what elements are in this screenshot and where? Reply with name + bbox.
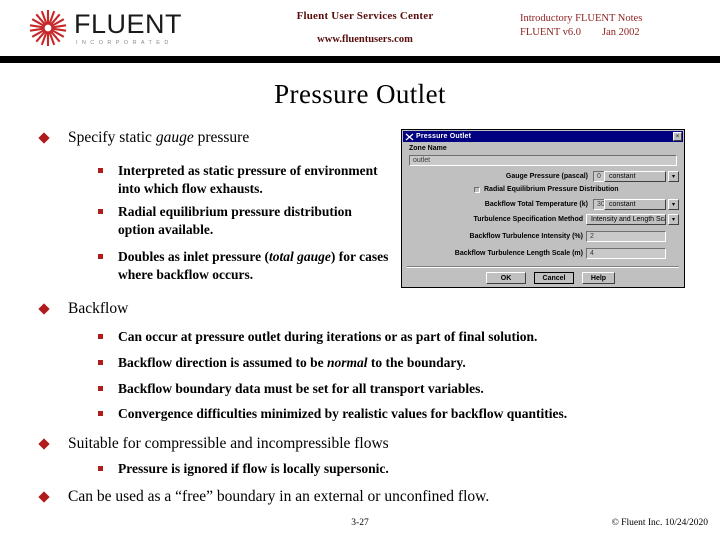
- bullet-text: Interpreted as static pressure of enviro…: [118, 163, 378, 196]
- plain-text: Backflow boundary data must be set for a…: [118, 381, 484, 396]
- bullet-level2: Radial equilibrium pressure distribution…: [98, 203, 363, 238]
- bullet-text: Backflow direction is assumed to be norm…: [118, 355, 466, 370]
- emphasis-text: total gauge: [269, 249, 331, 264]
- diamond-bullet-icon: [38, 438, 50, 450]
- turbulence-method-label: Turbulence Specification Method: [473, 216, 583, 223]
- bullet-text: Can be used as a “free” boundary in an e…: [68, 488, 489, 505]
- turbulence-intensity-label: Backflow Turbulence Intensity (%): [469, 233, 583, 240]
- bullet-level2: Can occur at pressure outlet during iter…: [98, 328, 698, 346]
- dialog-separator: [407, 266, 679, 268]
- bullet-text: Specify static gauge pressure: [68, 129, 249, 146]
- plain-text: Can occur at pressure outlet during iter…: [118, 329, 538, 344]
- dialog-titlebar: Pressure Outlet ×: [403, 131, 683, 142]
- turbulence-method-dropdown[interactable]: Intensity and Length Scale: [586, 214, 666, 225]
- bullet-level2: Backflow boundary data must be set for a…: [98, 380, 698, 398]
- diamond-bullet-icon: [38, 491, 50, 503]
- zone-name-input[interactable]: outlet: [409, 155, 677, 166]
- bullet-level1: Suitable for compressible and incompress…: [38, 434, 668, 453]
- dialog-app-icon: [404, 132, 414, 141]
- cancel-button[interactable]: Cancel: [534, 272, 574, 284]
- copyright-notice: © Fluent Inc. 10/24/2020: [611, 518, 708, 528]
- gauge-pressure-label: Gauge Pressure (pascal): [505, 173, 588, 180]
- bullet-level2: Convergence difficulties minimized by re…: [98, 405, 718, 423]
- square-bullet-icon: [98, 360, 103, 365]
- bullet-level2: Interpreted as static pressure of enviro…: [98, 162, 393, 197]
- plain-text: Specify static: [68, 129, 156, 146]
- square-bullet-icon: [98, 168, 103, 173]
- diamond-bullet-icon: [38, 132, 50, 144]
- plain-text: Can be used as a “free” boundary in an e…: [68, 488, 490, 505]
- square-bullet-icon: [98, 334, 103, 339]
- plain-text: Doubles as inlet pressure (: [118, 249, 270, 264]
- backflow-temperature-label: Backflow Total Temperature (k): [484, 201, 588, 208]
- square-bullet-icon: [98, 466, 103, 471]
- turbulence-length-input[interactable]: 4: [586, 248, 666, 259]
- chevron-down-icon[interactable]: ▾: [668, 171, 679, 182]
- bullet-level2: Doubles as inlet pressure (total gauge) …: [98, 248, 390, 283]
- help-button[interactable]: Help: [582, 272, 615, 284]
- plain-text: pressure: [193, 129, 250, 146]
- plain-text: Convergence difficulties minimized by re…: [118, 406, 568, 421]
- square-bullet-icon: [98, 386, 103, 391]
- bullet-text: Backflow boundary data must be set for a…: [118, 381, 484, 396]
- bullet-level1: Backflow: [38, 299, 398, 318]
- diamond-bullet-icon: [38, 303, 50, 315]
- close-icon[interactable]: ×: [673, 132, 682, 141]
- plain-text: Interpreted as static pressure of enviro…: [118, 163, 378, 196]
- bullet-level2: Backflow direction is assumed to be norm…: [98, 354, 698, 372]
- plain-text: to the boundary.: [367, 355, 466, 370]
- pressure-outlet-dialog[interactable]: Pressure Outlet × Zone Name outlet Gauge…: [401, 129, 685, 288]
- chevron-down-icon[interactable]: ▾: [668, 214, 679, 225]
- square-bullet-icon: [98, 411, 103, 416]
- square-bullet-icon: [98, 254, 103, 259]
- bullet-text: Pressure is ignored if flow is locally s…: [118, 461, 389, 476]
- bullet-text: Suitable for compressible and incompress…: [68, 435, 389, 452]
- emphasis-text: normal: [327, 355, 368, 370]
- dialog-title: Pressure Outlet: [416, 133, 472, 140]
- bullet-level1: Specify static gauge pressure: [38, 128, 398, 147]
- bullet-text: Can occur at pressure outlet during iter…: [118, 329, 537, 344]
- square-bullet-icon: [98, 209, 103, 214]
- bullet-text: Convergence difficulties minimized by re…: [118, 406, 567, 421]
- bullet-text: Backflow: [68, 300, 128, 317]
- emphasis-text: gauge: [155, 129, 194, 146]
- plain-text: Backflow direction is assumed to be: [118, 355, 328, 370]
- turbulence-length-label: Backflow Turbulence Length Scale (m): [454, 250, 583, 257]
- turbulence-intensity-input[interactable]: 2: [586, 231, 666, 242]
- bullet-text: Radial equilibrium pressure distribution…: [118, 204, 352, 237]
- plain-text: Backflow: [68, 300, 129, 317]
- plain-text: Suitable for compressible and incompress…: [68, 435, 389, 452]
- radial-equilibrium-label: Radial Equilibrium Pressure Distribution: [484, 186, 619, 193]
- plain-text: Pressure is ignored if flow is locally s…: [118, 461, 389, 476]
- bullet-text: Doubles as inlet pressure (total gauge) …: [118, 249, 388, 282]
- bullet-level1: Can be used as a “free” boundary in an e…: [38, 487, 688, 506]
- ok-button[interactable]: OK: [486, 272, 526, 284]
- plain-text: Radial equilibrium pressure distribution…: [118, 204, 352, 237]
- chevron-down-icon[interactable]: ▾: [668, 199, 679, 210]
- gauge-pressure-profile-dropdown[interactable]: constant: [604, 171, 666, 182]
- backflow-temperature-profile-dropdown[interactable]: constant: [604, 199, 666, 210]
- bullet-level2: Pressure is ignored if flow is locally s…: [98, 460, 678, 478]
- radial-equilibrium-checkbox[interactable]: [474, 187, 480, 193]
- dialog-body: Zone Name outlet Gauge Pressure (pascal)…: [403, 142, 683, 286]
- zone-name-label: Zone Name: [409, 145, 447, 152]
